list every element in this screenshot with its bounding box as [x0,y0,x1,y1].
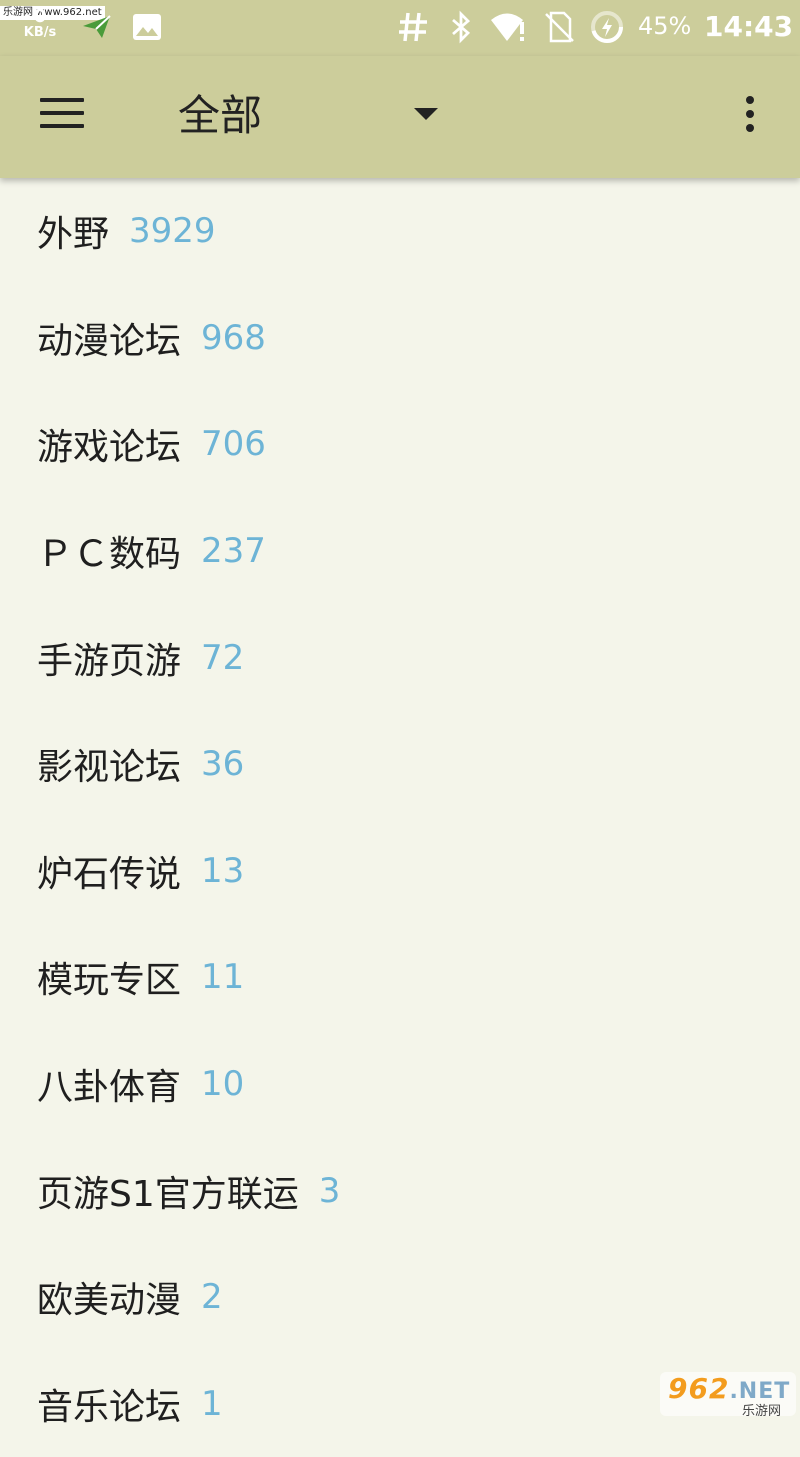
more-options-icon[interactable] [740,96,760,136]
forum-name: 影视论坛 [37,747,182,789]
forum-name: 欧美动漫 [37,1280,182,1322]
forum-count: 237 [201,531,266,572]
forum-name: 页游S1官方联运 [37,1173,299,1215]
watermark-logo: 962.NET 乐游网 [660,1372,796,1419]
net-speed-unit: KB/s [23,25,57,40]
image-icon [133,14,161,40]
list-item[interactable]: 模玩专区 11 [0,924,800,1031]
forum-count: 36 [201,744,245,785]
list-item[interactable]: 炉石传说 13 [0,818,800,925]
logo-brand: 962 [668,1372,730,1405]
battery-percent: 45% [638,12,692,40]
forum-name: ＰＣ数码 [37,534,182,576]
no-sim-icon [545,11,574,43]
forum-name: 游戏论坛 [37,427,182,469]
forum-count: 11 [201,957,245,998]
list-item[interactable]: 游戏论坛 706 [0,391,800,498]
forum-name: 手游页游 [37,640,182,682]
wifi-alert-icon [491,13,524,41]
list-item[interactable]: 外野 3929 [0,178,800,285]
forum-name: 音乐论坛 [37,1386,182,1428]
forum-name: 外野 [37,214,110,256]
send-icon [83,15,111,38]
list-item[interactable]: 页游S1官方联运 3 [0,1137,800,1244]
forum-count: 968 [201,317,266,358]
forum-name: 炉石传说 [37,853,182,895]
list-item[interactable]: 八卦体育 10 [0,1031,800,1138]
forum-list: 外野 3929 动漫论坛 968 游戏论坛 706 ＰＣ数码 237 手游页游 … [0,178,800,1457]
dropdown-arrow-icon[interactable] [414,108,438,120]
bluetooth-icon [452,10,471,44]
list-item[interactable]: ＰＣ数码 237 [0,498,800,605]
battery-charging-icon [591,11,623,43]
forum-count: 3929 [129,211,216,252]
forum-count: 13 [201,850,245,891]
logo-subtitle: 乐游网 [742,1404,782,1419]
list-item[interactable]: 手游页游 72 [0,604,800,711]
status-bar: 乐游网 www.962.net 0 KB/s 45% 14:43 [0,0,800,56]
net-speed-value: 0 [33,6,47,27]
forum-name: 模玩专区 [37,960,182,1002]
forum-count: 10 [201,1064,245,1105]
forum-count: 2 [201,1277,223,1318]
list-item[interactable]: 影视论坛 36 [0,711,800,818]
clock: 14:43 [704,10,794,43]
forum-name: 八卦体育 [37,1067,182,1109]
forum-count: 1 [201,1383,223,1424]
page-title[interactable]: 全部 [178,88,262,144]
list-item[interactable]: 欧美动漫 2 [0,1244,800,1351]
forum-count: 72 [201,637,245,678]
net-speed: 0 KB/s [18,8,62,40]
forum-count: 706 [201,424,266,465]
list-item[interactable]: 动漫论坛 968 [0,285,800,392]
hash-icon [399,12,427,42]
app-bar: 全部 [0,56,800,178]
menu-icon[interactable] [40,98,84,130]
forum-name: 动漫论坛 [37,320,182,362]
forum-count: 3 [318,1170,341,1211]
